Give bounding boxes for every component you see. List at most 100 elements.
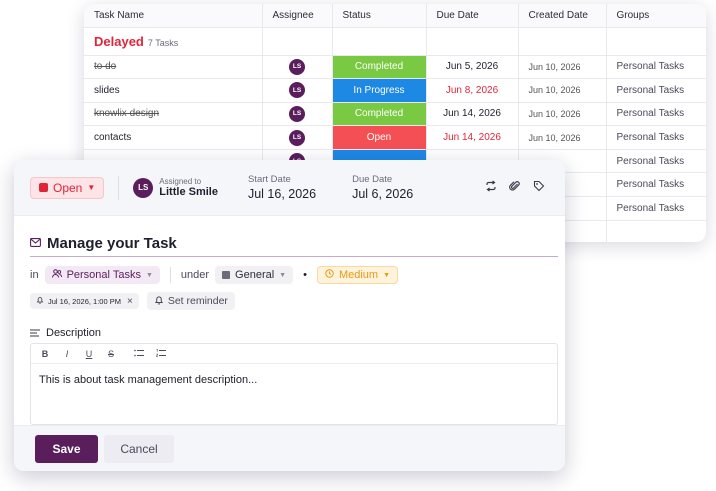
bold-button[interactable]: B (40, 349, 50, 359)
chevron-down-icon: ▼ (87, 183, 96, 192)
divider (118, 175, 120, 200)
group-cell[interactable]: Personal Tasks (606, 149, 706, 174)
assignee-cell[interactable]: LS (262, 55, 333, 80)
group-count: 7 Tasks (147, 37, 179, 48)
clock-icon (325, 269, 334, 281)
due-date-label: Due Date (352, 174, 393, 185)
assignee-picker[interactable]: LS Assigned to Little Smile (133, 177, 218, 198)
due-date-cell[interactable]: Jun 14, 2026 (426, 102, 519, 127)
description-editor: B I U S This is about task management de… (30, 343, 558, 425)
group-cell[interactable]: Personal Tasks (606, 172, 706, 198)
due-date-cell[interactable]: Jun 5, 2026 (426, 55, 519, 80)
header-due-date[interactable]: Due Date (426, 4, 519, 28)
header-task-name[interactable]: Task Name (84, 4, 263, 28)
group-cell[interactable]: Personal Tasks (606, 78, 706, 103)
repeat-icon[interactable] (485, 180, 497, 192)
empty-cell (606, 27, 706, 56)
bullet-list-icon[interactable] (134, 349, 144, 359)
editor-toolbar: B I U S (31, 344, 557, 364)
due-date-picker[interactable]: Due Date Jul 6, 2026 (352, 174, 413, 201)
table-row[interactable]: slides LS In Progress Jun 8, 2026 Jun 10, 20… (84, 78, 706, 103)
due-date-value: Jul 6, 2026 (352, 187, 414, 201)
reminder-chip[interactable]: Jul 16, 2026, 1:00 PM × (30, 293, 139, 309)
list-dropdown[interactable]: Personal Tasks ▼ (44, 266, 160, 284)
set-reminder-button[interactable]: Set reminder (146, 292, 235, 310)
tag-icon[interactable] (533, 180, 545, 192)
numbered-list-icon[interactable] (155, 348, 166, 359)
avatar: LS (289, 105, 305, 122)
strikethrough-button[interactable]: S (106, 349, 116, 359)
bell-icon (36, 296, 44, 306)
group-cell[interactable]: Personal Tasks (606, 196, 706, 221)
task-title-field[interactable]: Manage your Task (30, 234, 558, 257)
category-dropdown[interactable]: General ▼ (215, 266, 294, 284)
group-cell[interactable]: Personal Tasks (606, 102, 706, 127)
table-row[interactable]: knowlix design LS Completed Jun 14, 2026 Jun… (84, 102, 706, 127)
status-cell[interactable]: In Progress (332, 78, 427, 103)
due-date-cell[interactable]: Jun 14, 2026 (426, 125, 519, 150)
status-cell[interactable]: Completed (332, 55, 427, 80)
italic-button[interactable]: I (62, 349, 72, 359)
start-date-value: Jul 16, 2026 (247, 187, 317, 201)
avatar: LS (289, 58, 305, 75)
bell-icon (154, 295, 164, 308)
task-name: slides (94, 84, 120, 96)
group-cell[interactable]: Personal Tasks (606, 55, 706, 80)
category-color-icon (222, 271, 231, 279)
due-date-cell[interactable]: Jun 8, 2026 (426, 78, 519, 103)
header-groups[interactable]: Groups (606, 4, 706, 28)
chevron-down-icon: ▼ (279, 271, 287, 279)
reminder-row: Jul 16, 2026, 1:00 PM × Set reminder (30, 292, 235, 310)
header-status[interactable]: Status (332, 4, 427, 28)
align-left-icon (30, 324, 40, 342)
group-title-cell: Delayed 7 Tasks (84, 27, 263, 56)
created-date-cell: Jun 10, 2026 (518, 78, 607, 103)
status-cell[interactable]: Open (332, 125, 427, 150)
task-name: contacts (94, 132, 132, 144)
avatar: LS (133, 177, 154, 198)
chevron-down-icon: ▼ (383, 271, 391, 279)
status-cell[interactable]: Completed (332, 102, 427, 127)
task-name-cell[interactable]: knowlix design (84, 102, 263, 127)
cancel-button[interactable]: Cancel (104, 434, 174, 463)
group-cell[interactable]: Personal Tasks (606, 125, 706, 150)
save-button[interactable]: Save (35, 434, 98, 463)
header-created-date[interactable]: Created Date (518, 4, 607, 28)
task-name-cell[interactable]: contacts (84, 125, 263, 150)
empty-cell (426, 27, 519, 56)
description-textarea[interactable]: This is about task management descriptio… (31, 364, 557, 396)
list-name: Personal Tasks (66, 269, 141, 281)
created-date-cell: Jun 10, 2026 (518, 102, 607, 127)
task-modal: Open ▼ LS Assigned to Little Smile Start… (14, 160, 565, 471)
start-date-label: Start Date (247, 174, 291, 185)
task-name-cell[interactable]: slides (84, 78, 263, 103)
assigned-label: Assigned to (159, 177, 202, 186)
close-icon[interactable]: × (127, 296, 133, 307)
status-color-icon (39, 183, 48, 192)
empty-cell (332, 27, 427, 56)
group-cell[interactable] (606, 220, 706, 242)
underline-button[interactable]: U (84, 349, 94, 359)
assignee-cell[interactable]: LS (262, 125, 333, 150)
status-dropdown[interactable]: Open ▼ (30, 176, 105, 199)
assigned-name: Little Smile (159, 186, 218, 198)
header-assignee[interactable]: Assignee (262, 4, 333, 28)
reminder-date: Jul 16, 2026, 1:00 PM (48, 296, 121, 306)
start-date-picker[interactable]: Start Date Jul 16, 2026 (248, 174, 316, 201)
modal-header: Open ▼ LS Assigned to Little Smile Start… (14, 160, 565, 216)
table-header-row: Task Name Assignee Status Due Date Creat… (84, 4, 706, 28)
table-row[interactable]: to do LS Completed Jun 5, 2026 Jun 10, 2026 P… (84, 55, 706, 80)
task-name-cell[interactable]: to do (84, 55, 263, 80)
attachment-icon[interactable] (509, 180, 521, 192)
table-row[interactable]: contacts LS Open Jun 14, 2026 Jun 10, 2026 Pe… (84, 125, 706, 150)
assignee-cell[interactable]: LS (262, 78, 333, 103)
set-reminder-label: Set reminder (167, 295, 228, 307)
chevron-down-icon: ▼ (145, 271, 153, 279)
assignee-cell[interactable]: LS (262, 102, 333, 127)
divider (169, 267, 171, 283)
modal-footer: Save Cancel (14, 425, 565, 471)
task-name: to do (94, 61, 117, 73)
priority-dropdown[interactable]: Medium ▼ (316, 266, 399, 284)
task-title: Manage your Task (47, 234, 177, 252)
group-row-delayed: Delayed 7 Tasks (84, 27, 706, 56)
